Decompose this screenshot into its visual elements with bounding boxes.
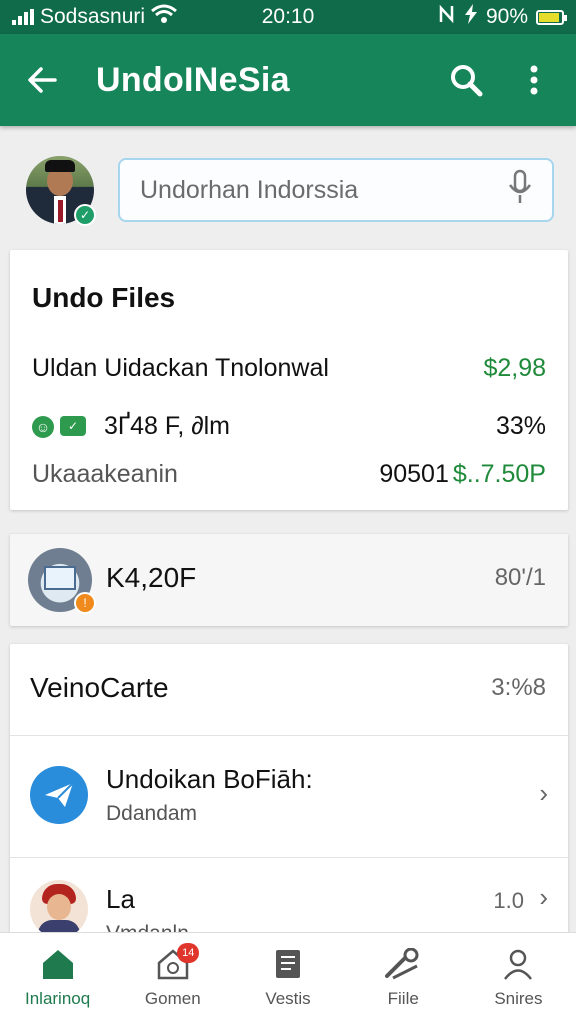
signal-icon <box>12 9 34 25</box>
list-item-subtitle: Ddandam <box>106 802 198 825</box>
tools-icon <box>383 947 423 985</box>
files-row-1-label: Uldan Uidackan Tnolonwal <box>32 354 329 382</box>
home-icon <box>41 948 75 985</box>
profile-icon <box>502 948 534 985</box>
page-title: UndoINeSia <box>96 60 290 99</box>
nav-label-snires: Snires <box>494 989 543 1008</box>
list-item-value: 1.0 <box>493 888 524 913</box>
list-item-title: La <box>106 884 135 914</box>
files-row-3-amount: $..7.50P <box>452 460 546 488</box>
send-icon <box>30 766 88 824</box>
search-icon[interactable] <box>444 58 488 102</box>
nav-item-vestis[interactable]: Vestis <box>230 933 345 1024</box>
list-item[interactable]: Undoikan BoFiāh: Ddandam › <box>10 736 568 858</box>
k-card-label: K4,20F <box>106 562 197 593</box>
app-bar: UndoINeSia <box>0 34 576 126</box>
list-card: VeinoCarte 3:%8 Undoikan BoFiāh: Ddandam… <box>10 644 568 945</box>
status-badge: ✓ <box>74 204 96 226</box>
files-row-2: ☺ ✓ 3Ґ48 F, ∂lm 33% <box>32 412 546 441</box>
nav-item-snires[interactable]: Snires <box>461 933 576 1024</box>
nav-item-gomen[interactable]: 14 Gomen <box>115 933 230 1024</box>
document-icon <box>272 948 304 985</box>
files-row-1: Uldan Uidackan Tnolonwal $2,98 <box>32 354 546 383</box>
chevron-right-icon: › <box>539 778 548 808</box>
k-card[interactable]: ! K4,20F 80'/1 <box>10 534 568 626</box>
more-options-icon[interactable] <box>512 58 556 102</box>
alert-badge: ! <box>74 592 96 614</box>
bottom-nav: Inlarinoq 14 Gomen Vestis Fiile Snires <box>0 932 576 1024</box>
list-item-title: Undoikan BoFiāh: <box>106 764 313 794</box>
list-header: VeinoCarte 3:%8 <box>10 644 568 736</box>
smile-icon: ☺ <box>32 415 54 438</box>
chevron-right-icon: › <box>539 882 548 912</box>
device-thumbnail: ! <box>28 548 96 614</box>
carrier-name: Sodsasnuri <box>40 5 146 28</box>
tag-icon: ✓ <box>60 415 86 436</box>
files-row-2-value: 33% <box>495 412 546 440</box>
wifi-icon <box>151 4 178 30</box>
notification-badge: 14 <box>177 943 200 963</box>
back-arrow-icon[interactable] <box>20 58 64 102</box>
status-bar: Sodsasnuri 20:10 90% <box>0 0 576 34</box>
person-avatar <box>30 880 88 938</box>
nfc-icon <box>438 4 456 30</box>
files-card-title: Undo Files <box>32 282 176 313</box>
files-card[interactable]: Undo Files Uldan Uidackan Tnolonwal $2,9… <box>10 250 568 510</box>
search-input-value: Undorhan Indorssia <box>140 175 359 204</box>
user-avatar[interactable]: ✓ <box>26 156 96 226</box>
battery-icon <box>536 9 567 25</box>
charging-icon <box>464 4 478 30</box>
files-row-2-label: 3Ґ48 F, ∂lm <box>104 412 231 440</box>
search-row: ✓ Undorhan Indorssia <box>0 150 576 230</box>
nav-label-gomen: Gomen <box>144 989 201 1008</box>
files-row-3-label: Ukaaakeanin <box>32 460 178 488</box>
k-card-value: 80'/1 <box>494 564 546 591</box>
microphone-icon[interactable] <box>508 169 532 212</box>
list-header-label: VeinoCarte <box>30 672 169 703</box>
nav-item-home[interactable]: Inlarinoq <box>0 933 115 1024</box>
search-input[interactable]: Undorhan Indorssia <box>118 158 554 222</box>
list-header-value: 3:%8 <box>491 674 546 701</box>
files-row-3: Ukaaakeanin 90501 $..7.50P <box>32 460 546 489</box>
files-row-3-prefix: 90501 <box>379 460 449 488</box>
nav-label-home: Inlarinoq <box>24 989 91 1008</box>
battery-percent: 90% <box>485 5 528 28</box>
files-row-1-value: $2,98 <box>483 354 546 382</box>
nav-label-fiile: Fiile <box>387 989 419 1008</box>
nav-item-fiile[interactable]: Fiile <box>346 933 461 1024</box>
nav-label-vestis: Vestis <box>265 989 311 1008</box>
